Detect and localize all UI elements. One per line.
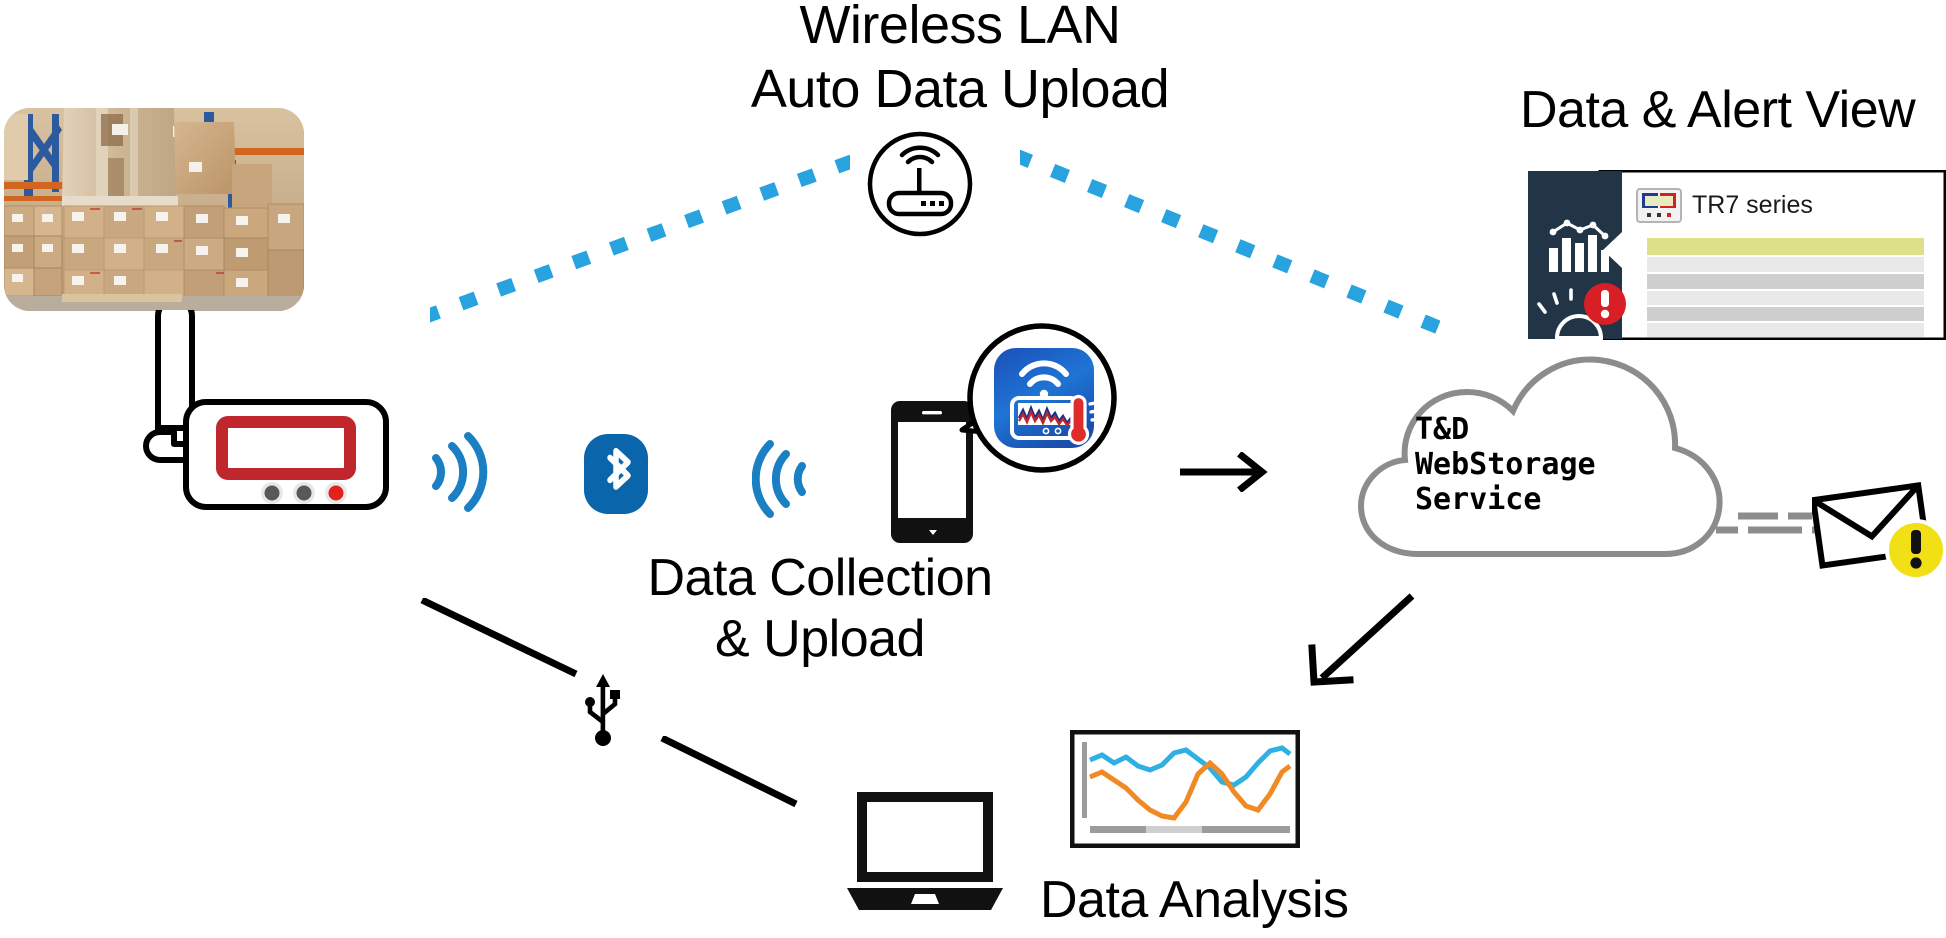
wireless-link-left xyxy=(421,150,859,330)
cloud-service-label: T&D WebStorage Service xyxy=(1415,412,1596,518)
arrow-cloud-to-laptop xyxy=(1300,592,1420,692)
tr7-data-logger-device xyxy=(140,296,395,515)
data-analysis-title: Data Analysis xyxy=(1040,871,1349,929)
diagram-canvas: Wireless LAN Auto Data Upload Data & Ale… xyxy=(0,0,1946,938)
laptop-icon xyxy=(845,790,1005,912)
td-thermo-app-icon xyxy=(954,318,1118,482)
temperature-graph-icon xyxy=(1069,729,1301,849)
usb-link-segment-b xyxy=(660,734,800,808)
email-alert-icon xyxy=(1809,478,1946,582)
wifi-router-icon xyxy=(866,130,974,238)
wireless-link-right xyxy=(1012,148,1450,340)
bluetooth-icon xyxy=(584,434,648,514)
usb-icon xyxy=(584,674,622,746)
warehouse-photo xyxy=(4,108,304,311)
tr7-series-label: TR7 series xyxy=(1692,191,1813,219)
usb-link-segment-a xyxy=(420,596,580,678)
arrow-phone-to-cloud xyxy=(1180,451,1270,493)
wireless-signal-icon xyxy=(424,430,490,514)
wireless-signal-icon xyxy=(751,438,816,520)
data-collection-title: Data Collection & Upload xyxy=(647,549,993,669)
data-alert-view-panel[interactable]: TR7 series xyxy=(1527,169,1946,341)
wireless-lan-title: Wireless LAN Auto Data Upload xyxy=(750,0,1170,119)
data-alert-view-title: Data & Alert View xyxy=(1520,81,1916,139)
tr7-device-small-icon xyxy=(1636,188,1682,223)
